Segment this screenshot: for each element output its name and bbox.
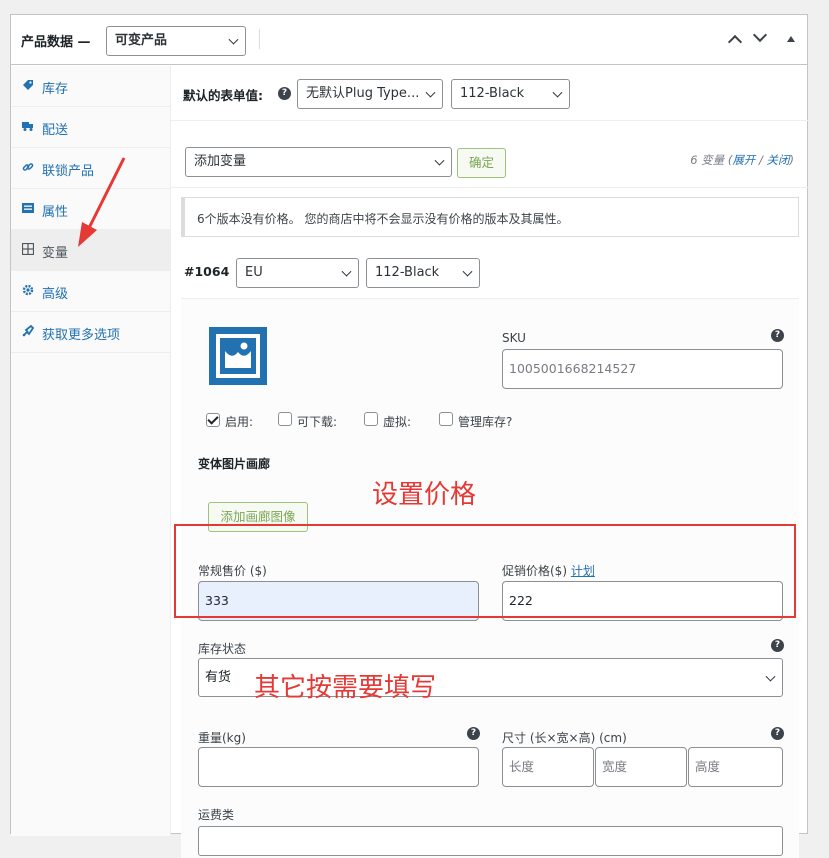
- image-icon: [225, 342, 251, 368]
- grid-icon: [22, 243, 34, 255]
- sidebar-item-label: 配送: [42, 123, 69, 138]
- height-field[interactable]: 高度: [688, 747, 783, 787]
- downloadable-checkbox[interactable]: [278, 412, 292, 426]
- close-link[interactable]: 关闭: [767, 153, 790, 167]
- variation-count: 6 变量 (展开 / 关闭): [690, 153, 794, 167]
- list-icon: [22, 203, 34, 213]
- sku-label: SKU: [502, 331, 526, 345]
- product-data-panel: 产品数据 — 可变产品 库存 配送 联锁产品 属性 变量 高级 获取更多选项 默…: [10, 14, 808, 858]
- product-data-tabs: 库存 配送 联锁产品 属性 变量 高级 获取更多选项: [11, 66, 171, 836]
- confirm-button[interactable]: 确定: [457, 148, 506, 178]
- sidebar-item-label: 属性: [42, 205, 69, 220]
- variation-attr2-select[interactable]: 112-Black: [366, 258, 480, 288]
- gear-icon: [22, 284, 34, 296]
- default-form-values-label: 默认的表单值:: [183, 88, 263, 103]
- enabled-label: 启用:: [225, 415, 254, 429]
- annotation-set-price: 设置价格: [372, 480, 477, 510]
- sidebar-item-label: 获取更多选项: [42, 328, 121, 343]
- link-icon: [22, 163, 34, 171]
- sidebar-item-attributes[interactable]: 属性: [11, 189, 170, 230]
- help-icon[interactable]: ?: [771, 639, 784, 652]
- notice-text: 6个版本没有价格。 您的商店中将不会显示没有价格的版本及其属性。: [197, 212, 569, 226]
- product-type-select[interactable]: 可变产品: [106, 26, 246, 56]
- variation-number: #1064: [184, 264, 230, 279]
- sku-field[interactable]: 1005001668214527: [502, 349, 783, 389]
- sidebar-item-linked-products[interactable]: 联锁产品: [11, 148, 170, 189]
- plugin-icon: [22, 325, 34, 337]
- shipping-class-select[interactable]: [198, 826, 783, 856]
- sidebar-item-label: 库存: [42, 82, 69, 97]
- chevron-down-icon: [462, 266, 473, 277]
- chevron-down-icon: [552, 87, 563, 98]
- shipping-class-label: 运费类: [198, 808, 235, 822]
- chevron-down-icon: [765, 671, 776, 682]
- inventory-icon: [23, 80, 33, 90]
- sidebar-item-variations[interactable]: 变量: [11, 230, 170, 271]
- dimensions-label: 尺寸 (长×宽×高) (cm): [502, 731, 627, 745]
- sidebar-item-get-more-options[interactable]: 获取更多选项: [11, 312, 170, 353]
- divider: [259, 29, 260, 49]
- add-variation-select[interactable]: 添加变量: [185, 147, 452, 177]
- variation-attr1-select[interactable]: EU: [236, 258, 359, 288]
- virtual-label: 虚拟:: [383, 415, 412, 429]
- manage-stock-label: 管理库存?: [458, 415, 513, 429]
- missing-price-notice: 6个版本没有价格。 您的商店中将不会显示没有价格的版本及其属性。: [181, 197, 799, 237]
- stock-status-label: 库存状态: [198, 642, 247, 656]
- default-form-values-row: 默认的表单值: ? 无默认Plug Type... 112-Black: [171, 66, 808, 121]
- truck-icon: [22, 122, 33, 131]
- default-attr2-select[interactable]: 112-Black: [451, 79, 570, 109]
- sidebar-item-label: 变量: [42, 246, 69, 261]
- help-icon[interactable]: ?: [467, 727, 480, 740]
- chevron-down-icon: [228, 34, 239, 45]
- panel-header: 产品数据 — 可变产品: [11, 15, 807, 65]
- chevron-down-icon: [341, 266, 352, 277]
- divider: [171, 187, 808, 188]
- sidebar-item-advanced[interactable]: 高级: [11, 271, 170, 312]
- chevron-down-icon: [425, 87, 436, 98]
- enabled-checkbox[interactable]: [206, 413, 220, 427]
- sidebar-item-inventory[interactable]: 库存: [11, 66, 170, 107]
- chevron-down-icon: [434, 155, 445, 166]
- default-attr1-select[interactable]: 无默认Plug Type...: [297, 79, 443, 109]
- help-icon[interactable]: ?: [771, 727, 784, 740]
- image-inner: [220, 338, 256, 374]
- weight-label: 重量(kg): [198, 731, 246, 745]
- sidebar-item-label: 高级: [42, 287, 69, 302]
- collapse-toggle-icon[interactable]: [787, 36, 795, 42]
- help-icon[interactable]: ?: [771, 329, 784, 342]
- help-icon[interactable]: ?: [278, 87, 291, 100]
- sidebar-item-label: 联锁产品: [42, 164, 95, 179]
- chevron-up-icon[interactable]: [727, 34, 743, 50]
- manage-stock-checkbox[interactable]: [439, 412, 453, 426]
- annotation-fill-others: 其它按需要填写: [254, 673, 437, 703]
- length-field[interactable]: 长度: [502, 747, 594, 787]
- sidebar-item-shipping[interactable]: 配送: [11, 107, 170, 148]
- price-highlight-box: [174, 524, 796, 618]
- weight-field[interactable]: [198, 747, 479, 787]
- variation-image-placeholder[interactable]: [209, 327, 267, 385]
- width-field[interactable]: 宽度: [595, 747, 687, 787]
- expand-link[interactable]: 展开: [732, 153, 755, 167]
- gallery-title: 变体图片画廊: [198, 457, 271, 471]
- downloadable-label: 可下载:: [297, 415, 338, 429]
- panel-title: 产品数据 —: [21, 35, 91, 50]
- virtual-checkbox[interactable]: [364, 412, 378, 426]
- chevron-down-icon[interactable]: [752, 27, 768, 43]
- variations-panel: 默认的表单值: ? 无默认Plug Type... 112-Black 添加变量…: [171, 66, 808, 858]
